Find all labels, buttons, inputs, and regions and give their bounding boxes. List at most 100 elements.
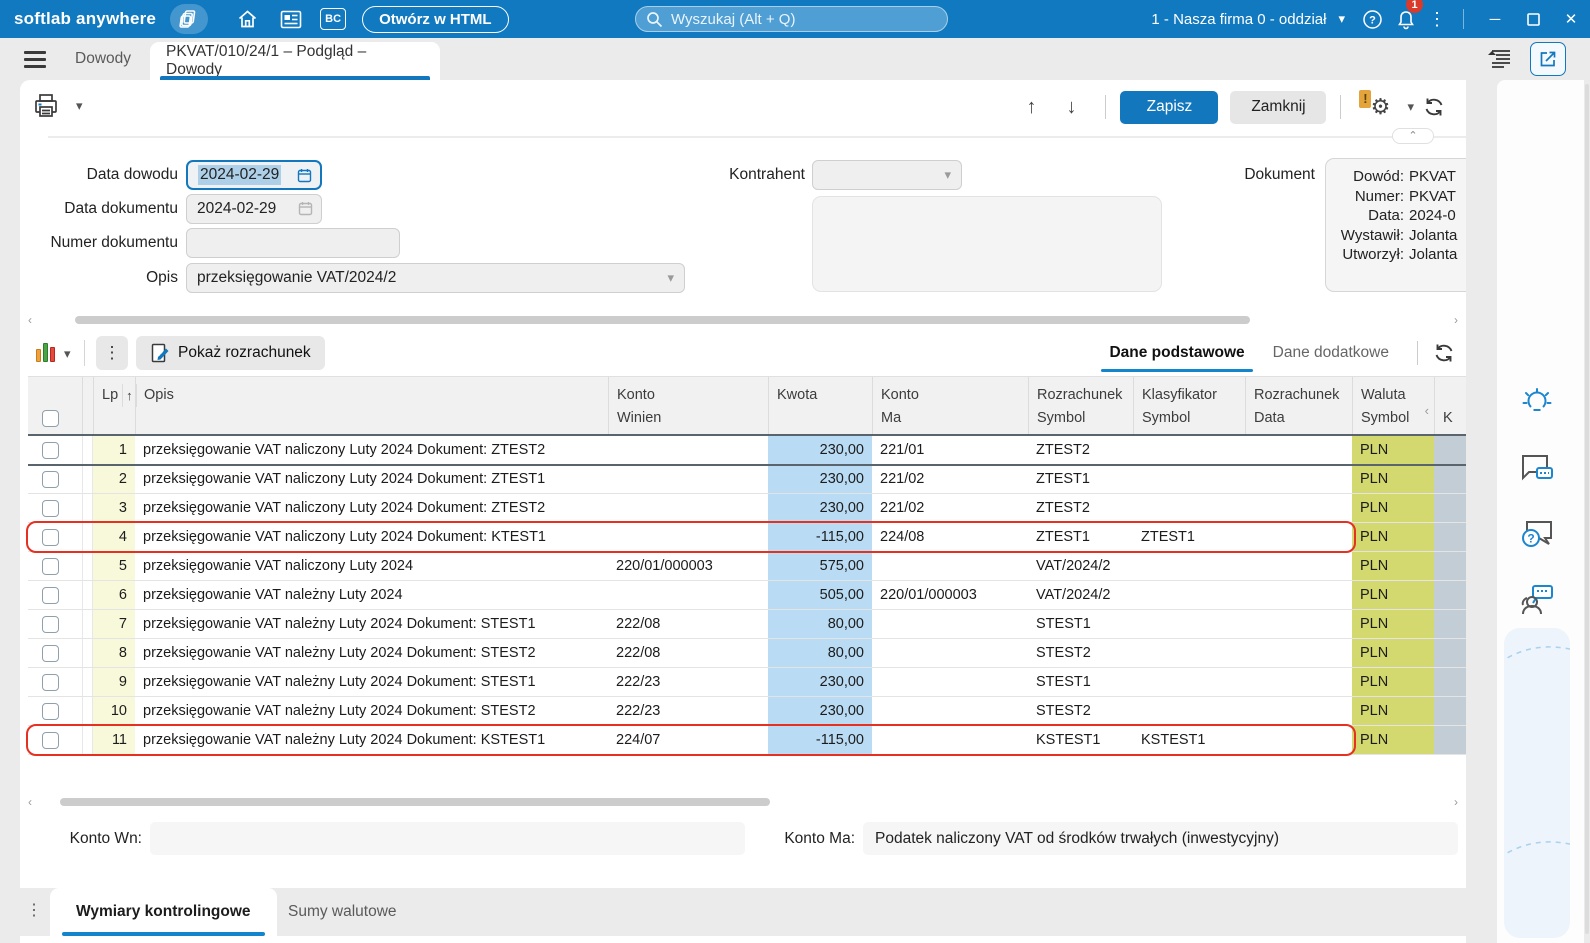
share-icon[interactable]: [1530, 42, 1566, 76]
more-menu-icon[interactable]: ⋮: [1423, 9, 1451, 30]
tab-dane-dodatkowe[interactable]: Dane dodatkowe: [1259, 334, 1403, 372]
scroll-left-icon[interactable]: ‹: [28, 314, 32, 326]
save-button[interactable]: Zapisz: [1120, 90, 1219, 124]
row-checkbox[interactable]: [42, 557, 59, 575]
maximize-button[interactable]: [1514, 0, 1552, 38]
row-checkbox[interactable]: [42, 528, 59, 546]
row-checkbox[interactable]: [42, 586, 59, 604]
chevron-down-icon[interactable]: ▾: [1338, 11, 1345, 27]
cell-opis: przeksięgowanie VAT należny Luty 2024 Do…: [143, 645, 536, 661]
table-row[interactable]: 8 przeksięgowanie VAT należny Luty 2024 …: [28, 639, 1466, 668]
table-row[interactable]: 2 przeksięgowanie VAT naliczony Luty 202…: [28, 465, 1466, 494]
cell-rozrachunek-data: [1245, 726, 1352, 754]
scroll-right-icon[interactable]: ›: [1454, 314, 1458, 326]
grid-h-scrollbar-bottom[interactable]: ‹ ›: [20, 796, 1466, 808]
kontrahent-notes-field[interactable]: [812, 196, 1162, 292]
scrollbar-thumb[interactable]: [75, 316, 1250, 324]
table-row[interactable]: 4 przeksięgowanie VAT naliczony Luty 202…: [26, 521, 1466, 553]
column-header-waluta-symbol[interactable]: Waluta Symbol: [1352, 377, 1434, 435]
column-header-kwota[interactable]: Kwota: [768, 377, 872, 435]
minimize-button[interactable]: ─: [1476, 0, 1514, 38]
scroll-right-icon[interactable]: ›: [1454, 796, 1458, 808]
numer-dokumentu-field[interactable]: [186, 228, 400, 258]
scroll-left-icon[interactable]: ‹: [28, 796, 32, 808]
row-checkbox[interactable]: [42, 731, 59, 749]
table-row[interactable]: 11 przeksięgowanie VAT należny Luty 2024…: [26, 724, 1466, 756]
print-dropdown-chevron-icon[interactable]: ▾: [76, 98, 83, 114]
cell-waluta: PLN: [1352, 639, 1434, 667]
tab-wymiary-kontrolingowe[interactable]: Wymiary kontrolingowe: [50, 888, 277, 936]
chart-dropdown-chevron-icon[interactable]: ▾: [64, 346, 71, 362]
grid-h-scrollbar-top[interactable]: ‹ ›: [20, 314, 1466, 326]
refresh-icon[interactable]: [1422, 95, 1456, 119]
bottom-tab-bar: ⋮ Wymiary kontrolingowe Sumy walutowe: [20, 888, 1466, 936]
column-header-opis[interactable]: Opis: [135, 377, 608, 435]
row-checkbox[interactable]: [42, 673, 59, 691]
modules-icon[interactable]: [170, 4, 209, 34]
row-checkbox[interactable]: [42, 644, 59, 662]
collapse-columns-icon[interactable]: ‹: [1425, 403, 1429, 418]
cell-rozrachunek-symbol: ZTEST1: [1036, 529, 1090, 545]
column-header-klasyfikator-symbol[interactable]: Klasyfikator Symbol: [1133, 377, 1245, 435]
table-row[interactable]: 1 przeksięgowanie VAT naliczony Luty 202…: [28, 434, 1466, 466]
bottom-tabs-menu-icon[interactable]: ⋮: [24, 900, 44, 920]
column-header-lp[interactable]: Lp ↑: [93, 377, 137, 435]
kontrahent-select[interactable]: ▾: [812, 160, 962, 190]
hamburger-menu-icon[interactable]: [24, 51, 46, 72]
help-icon[interactable]: ?: [1355, 4, 1389, 34]
row-checkbox[interactable]: [42, 441, 59, 459]
company-selector[interactable]: 1 - Nasza firma 0 - oddział: [1151, 11, 1326, 28]
notifications-bell-icon[interactable]: 1: [1389, 0, 1423, 34]
feedback-chat-icon[interactable]: [1519, 451, 1555, 487]
vertical-scrollbar[interactable]: [1585, 84, 1589, 934]
home-icon[interactable]: [230, 4, 264, 34]
news-icon[interactable]: [274, 4, 308, 34]
table-row[interactable]: 5 przeksięgowanie VAT naliczony Luty 202…: [28, 552, 1466, 581]
scrollbar-thumb[interactable]: [60, 798, 770, 806]
navigate-down-icon[interactable]: ↓: [1051, 96, 1091, 119]
grid-more-button[interactable]: ⋮: [96, 336, 128, 370]
bc-icon[interactable]: BC: [320, 8, 347, 30]
table-row[interactable]: 3 przeksięgowanie VAT naliczony Luty 202…: [28, 494, 1466, 523]
table-row[interactable]: 9 przeksięgowanie VAT należny Luty 2024 …: [28, 668, 1466, 697]
column-chart-icon[interactable]: [36, 342, 55, 362]
row-checkbox[interactable]: [42, 470, 59, 488]
row-checkbox[interactable]: [42, 615, 59, 633]
collapse-header-button[interactable]: ⌃: [1392, 128, 1434, 144]
column-header-rozrachunek-symbol[interactable]: Rozrachunek Symbol: [1028, 377, 1133, 435]
pokaz-rozrachunek-button[interactable]: Pokaż rozrachunek: [136, 336, 325, 370]
close-document-button[interactable]: Zamknij: [1230, 90, 1327, 124]
row-checkbox[interactable]: [42, 702, 59, 720]
tab-sumy-walutowe[interactable]: Sumy walutowe: [268, 888, 417, 936]
tab-dane-podstawowe[interactable]: Dane podstawowe: [1095, 334, 1258, 372]
column-header-konto-winien[interactable]: Konto Winien: [608, 377, 768, 435]
column-header-rozrachunek-data[interactable]: Rozrachunek Data: [1245, 377, 1352, 435]
select-all-checkbox[interactable]: [42, 410, 59, 427]
settings-gear-icon[interactable]: ⚙!: [1359, 90, 1399, 120]
panel-list-icon[interactable]: [1486, 47, 1512, 71]
settings-chevron-icon[interactable]: ▾: [1407, 99, 1414, 115]
column-header-k[interactable]: K: [1434, 377, 1466, 435]
data-dowodu-field[interactable]: 2024-02-29: [186, 160, 322, 190]
tips-lightbulb-icon[interactable]: [1519, 385, 1555, 421]
community-chat-icon[interactable]: [1519, 583, 1555, 619]
table-row[interactable]: 7 przeksięgowanie VAT należny Luty 2024 …: [28, 610, 1466, 639]
row-checkbox[interactable]: [42, 499, 59, 517]
tab-dowody[interactable]: Dowody: [75, 38, 131, 80]
opis-select[interactable]: przeksięgowanie VAT/2024/2 ▾: [186, 263, 685, 293]
k-label: K: [1443, 410, 1453, 426]
help-chat-icon[interactable]: ?: [1519, 517, 1555, 553]
navigate-up-icon[interactable]: ↑: [1011, 96, 1051, 119]
calendar-icon[interactable]: [297, 168, 312, 183]
cell-lp: 4: [93, 523, 135, 551]
open-in-html-button[interactable]: Otwórz w HTML: [362, 5, 509, 33]
tab-active-pkvat[interactable]: PKVAT/010/24/1 – Podgląd – Dowody: [150, 42, 440, 80]
table-row[interactable]: 6 przeksięgowanie VAT należny Luty 2024 …: [28, 581, 1466, 610]
column-header-konto-ma[interactable]: Konto Ma: [872, 377, 1028, 435]
close-button[interactable]: ✕: [1552, 0, 1590, 38]
table-row[interactable]: 10 przeksięgowanie VAT należny Luty 2024…: [28, 697, 1466, 726]
grid-refresh-icon[interactable]: [1432, 341, 1456, 365]
cell-rozrachunek-data: [1245, 581, 1352, 609]
print-icon[interactable]: [32, 92, 60, 120]
search-input[interactable]: Wyszukaj (Alt + Q): [635, 6, 948, 32]
